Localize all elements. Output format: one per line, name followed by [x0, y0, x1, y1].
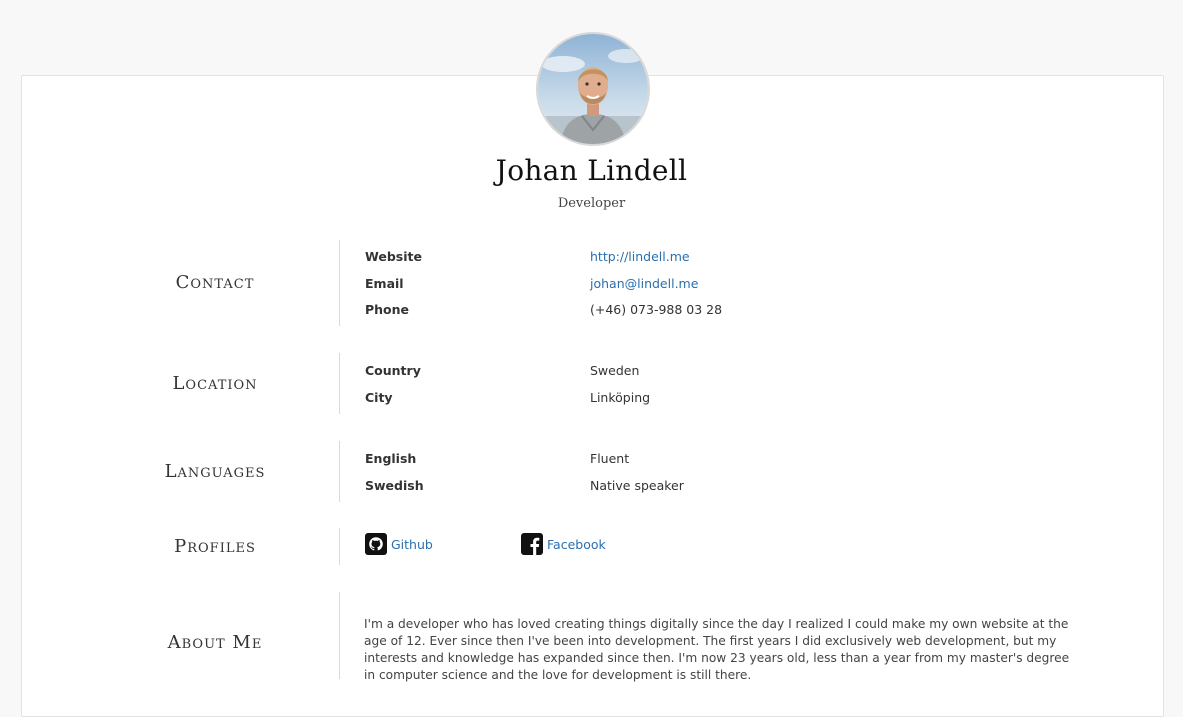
location-divider [339, 353, 340, 414]
languages-section-title: Languages [164, 461, 266, 482]
profile-name: Johan Lindell [495, 154, 688, 187]
english-label: English [365, 451, 417, 466]
phone-label: Phone [365, 302, 410, 317]
github-label: Github [391, 536, 433, 552]
facebook-label: Facebook [547, 536, 606, 552]
country-label: Country [365, 363, 421, 378]
website-label: Website [365, 249, 422, 264]
profiles-section-title: Profiles [174, 536, 256, 557]
github-icon [365, 533, 387, 555]
facebook-icon [521, 533, 543, 555]
website-link[interactable]: http://lindell.me [590, 249, 690, 264]
email-label: Email [365, 276, 404, 291]
languages-divider [339, 441, 340, 502]
city-label: City [365, 390, 393, 405]
about-divider [339, 592, 340, 679]
about-section-title: About Me [167, 632, 263, 653]
city-value: Linköping [590, 390, 651, 405]
profile-role: Developer [557, 196, 626, 211]
country-value: Sweden [590, 363, 640, 378]
contact-divider [339, 240, 340, 326]
email-link[interactable]: johan@lindell.me [590, 276, 698, 291]
profiles-divider [339, 528, 340, 565]
swedish-value: Native speaker [590, 478, 684, 493]
about-text: I'm a developer who has loved creating t… [364, 617, 1070, 682]
location-section-title: Location [172, 373, 258, 394]
english-value: Fluent [590, 451, 630, 466]
contact-section-title: Contact [175, 272, 255, 293]
facebook-profile-link[interactable]: Facebook [521, 532, 606, 556]
avatar [536, 32, 650, 146]
avatar-photo [538, 34, 648, 144]
phone-value: (+46) 073-988 03 28 [590, 302, 723, 317]
swedish-label: Swedish [365, 478, 424, 493]
github-profile-link[interactable]: Github [365, 532, 433, 556]
